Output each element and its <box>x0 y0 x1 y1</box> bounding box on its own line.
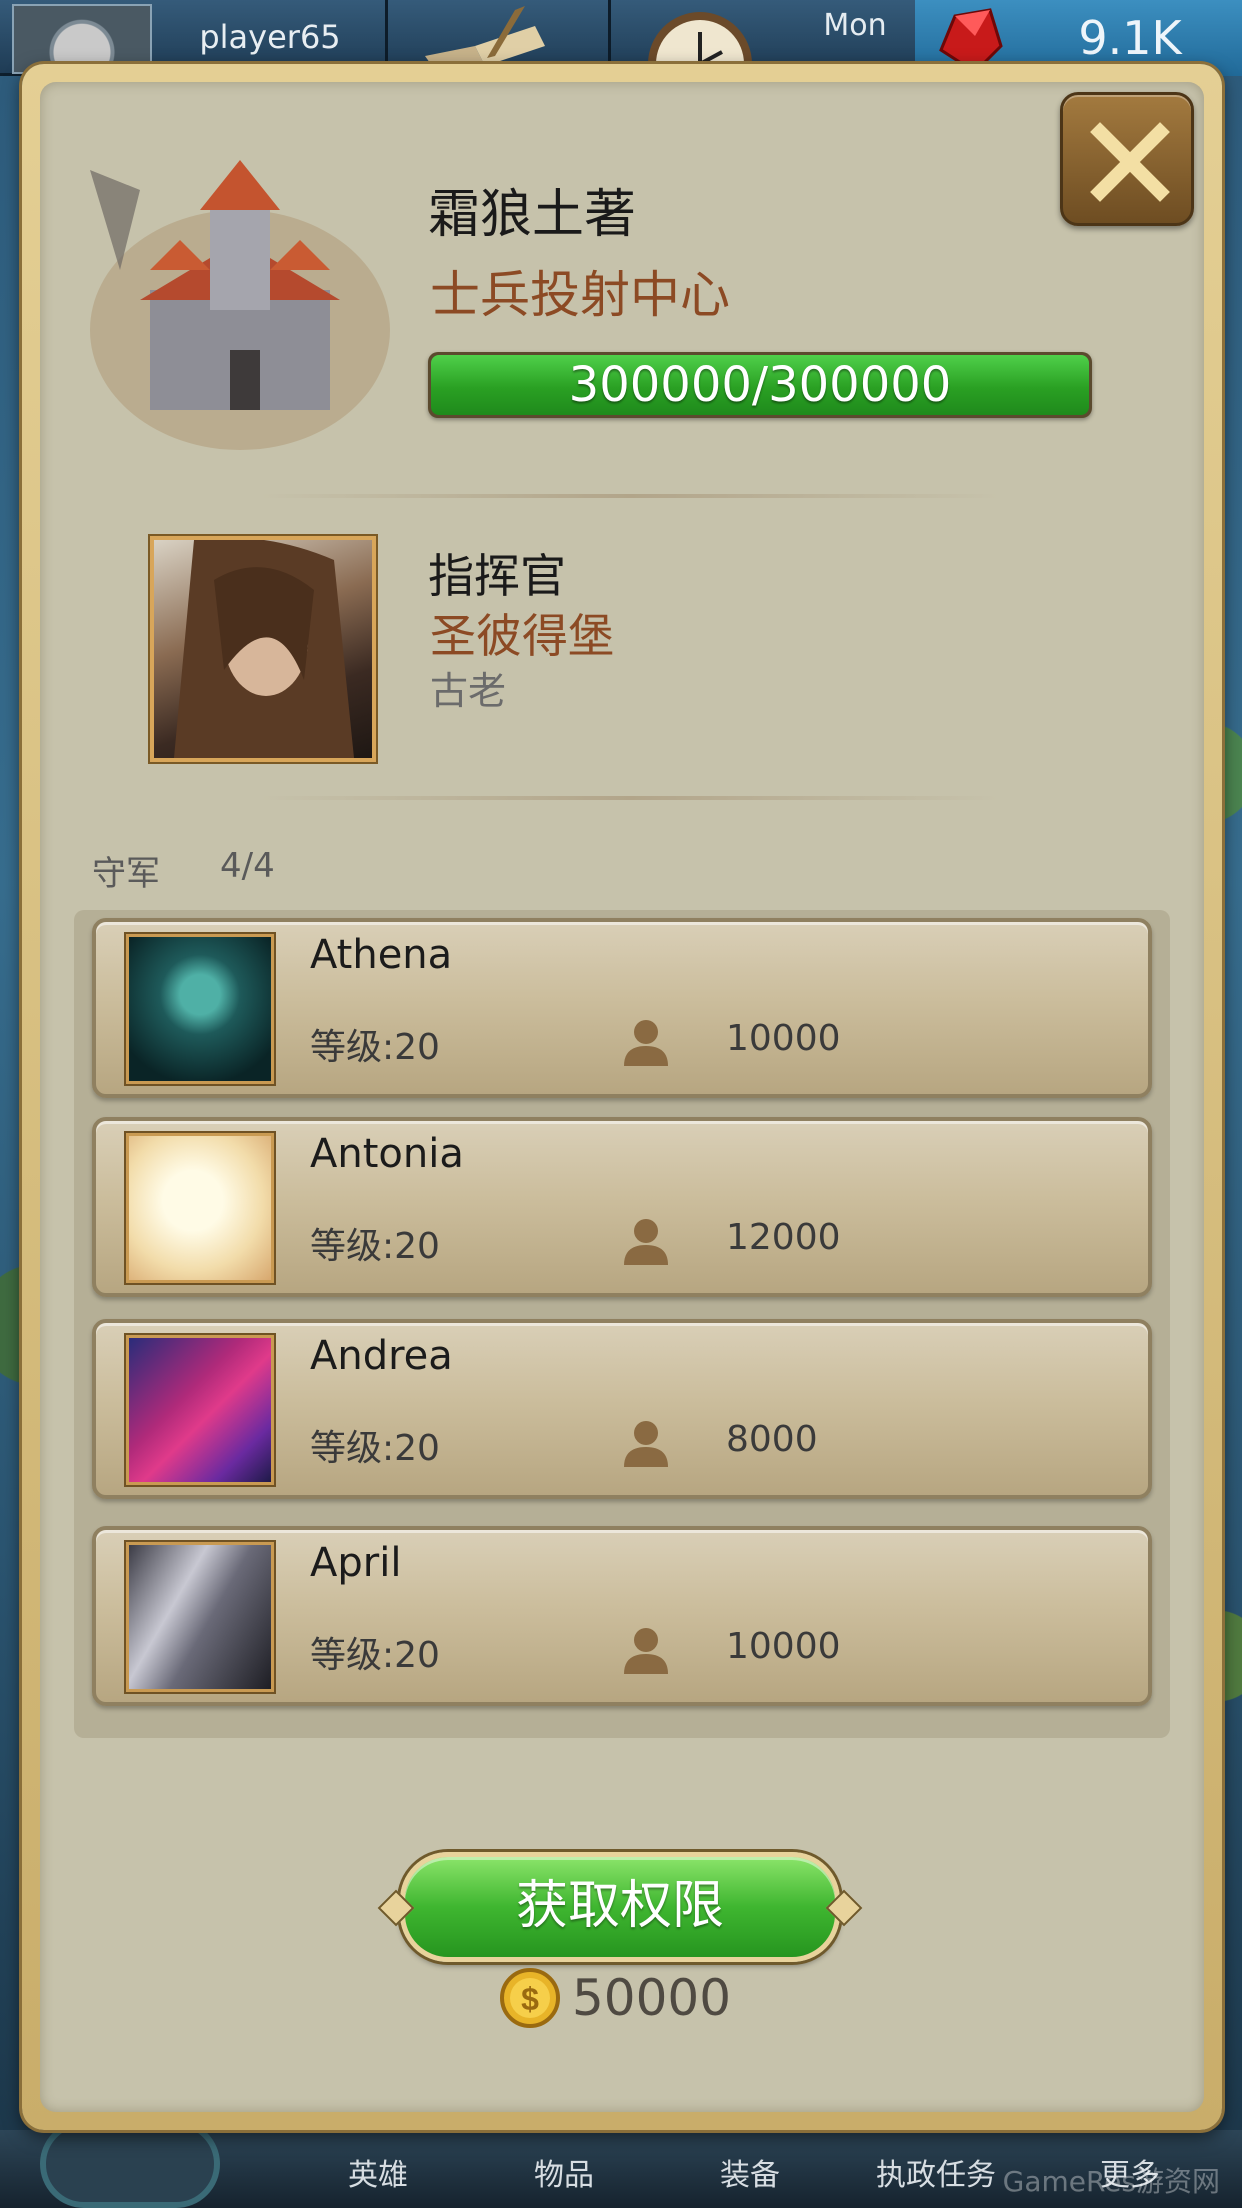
hero-name: Andrea <box>310 1333 453 1379</box>
garrison-row[interactable]: Andrea 等级:20 8000 <box>92 1319 1152 1499</box>
day-label: Mon <box>823 8 887 43</box>
player-name: player65 <box>199 18 341 56</box>
troop-count: 8000 <box>726 1419 818 1460</box>
troop-icon <box>624 1020 668 1066</box>
map-toggle-button[interactable] <box>40 2120 220 2208</box>
hp-text: 300000/300000 <box>568 357 952 413</box>
cost-amount: 50000 <box>572 1969 732 2027</box>
hero-portrait <box>126 1542 274 1692</box>
hero-portrait <box>126 934 274 1084</box>
garrison-row[interactable]: Antonia 等级:20 12000 <box>92 1117 1152 1297</box>
nav-heroes[interactable]: 英雄 <box>298 2150 458 2194</box>
nav-equipment[interactable]: 装备 <box>670 2150 830 2194</box>
garrison-label: 守军 <box>92 854 160 894</box>
troop-count: 10000 <box>726 1018 841 1059</box>
commander-title: 指挥官 <box>428 549 566 603</box>
city-name: 霜狼土著 <box>428 185 637 245</box>
troop-icon <box>624 1219 668 1265</box>
hero-portrait <box>126 1335 274 1485</box>
svg-text:$: $ <box>521 1981 539 2017</box>
commander-name: 圣彼得堡 <box>430 609 614 663</box>
section-divider <box>260 796 1000 800</box>
hero-level: 等级:20 <box>310 1428 440 1469</box>
watermark: GameRes游资网 <box>1002 2165 1220 2198</box>
garrison-count: 4/4 <box>220 846 275 886</box>
commander-portrait[interactable] <box>150 536 376 762</box>
troop-count: 12000 <box>726 1217 841 1258</box>
building-type: 士兵投射中心 <box>430 266 730 324</box>
nav-items[interactable]: 物品 <box>484 2150 644 2194</box>
close-button[interactable] <box>1060 92 1194 226</box>
hero-level: 等级:20 <box>310 1635 440 1676</box>
garrison-row[interactable]: Athena 等级:20 10000 <box>92 918 1152 1098</box>
troop-count: 10000 <box>726 1626 841 1667</box>
hero-name: Antonia <box>310 1131 464 1177</box>
gold-coin-icon: $ <box>500 1968 560 2028</box>
hero-name: April <box>310 1540 402 1586</box>
commander-face-image <box>174 540 354 758</box>
hero-level: 等级:20 <box>310 1027 440 1068</box>
section-divider <box>260 494 1000 498</box>
hero-portrait <box>126 1133 274 1283</box>
gem-count: 9.1K <box>1078 11 1182 65</box>
troop-icon <box>624 1628 668 1674</box>
commander-rank: 古老 <box>430 669 507 713</box>
garrison-row[interactable]: April 等级:20 10000 <box>92 1526 1152 1706</box>
hero-level: 等级:20 <box>310 1226 440 1267</box>
close-icon <box>1090 122 1170 202</box>
hero-name: Athena <box>310 932 453 978</box>
castle-image <box>90 160 390 450</box>
book-icon[interactable] <box>415 6 555 70</box>
troop-icon <box>624 1421 668 1467</box>
acquire-permission-button[interactable]: 获取权限 <box>400 1852 840 1962</box>
